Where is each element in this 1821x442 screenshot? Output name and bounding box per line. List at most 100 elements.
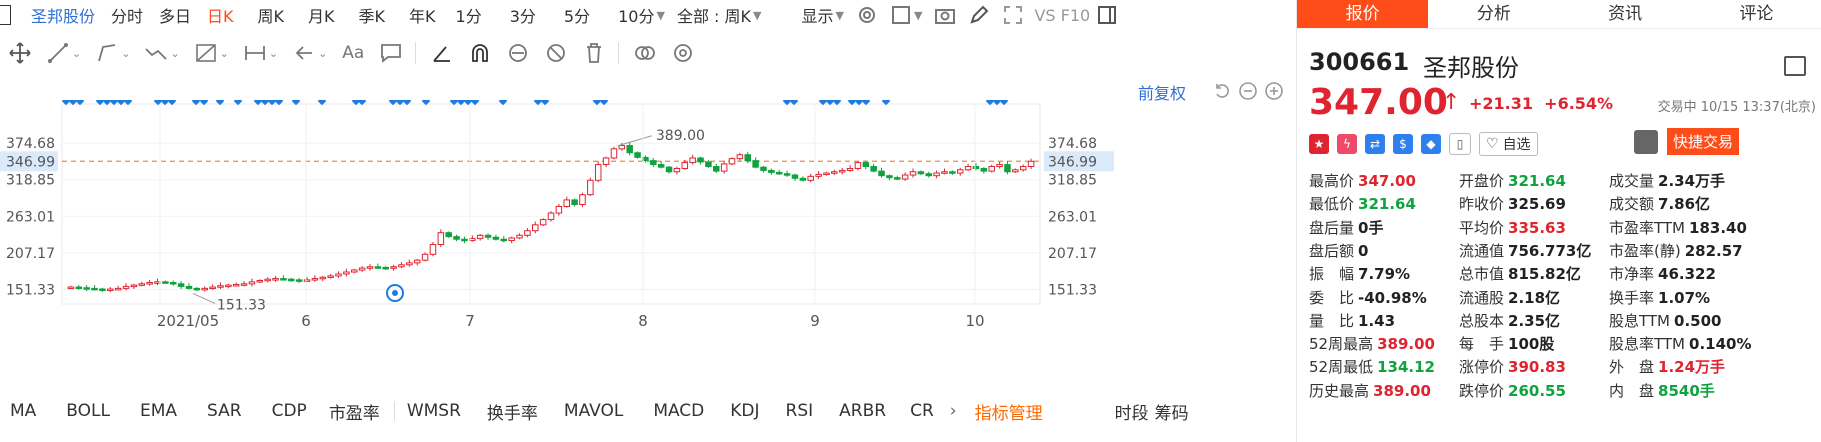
square-icon[interactable] — [890, 4, 912, 26]
panel-toggle-icon[interactable] — [0, 5, 11, 25]
chevron-down-icon[interactable]: ▼ — [914, 9, 922, 22]
chevron-right-icon[interactable]: › — [950, 401, 957, 421]
indicator-pe[interactable]: 市盈率 — [329, 399, 380, 424]
sidebar-icon[interactable] — [1096, 4, 1118, 26]
indicator-mavol[interactable]: MAVOL — [564, 401, 623, 421]
stock-name-link[interactable]: 圣邦股份 — [31, 3, 95, 27]
quick-trade-button[interactable]: 快捷交易 — [1667, 128, 1740, 155]
chevron-down-icon[interactable]: ▼ — [656, 9, 664, 22]
candle-body — [894, 177, 901, 180]
candle-body — [382, 266, 389, 270]
tab-comments[interactable]: 评论 — [1691, 0, 1821, 28]
stat-label: 量 比 — [1309, 311, 1355, 330]
lightning-icon[interactable]: ϟ — [1337, 134, 1357, 154]
period-10min[interactable]: 10分 — [618, 3, 654, 27]
wave-tool-icon[interactable] — [144, 41, 168, 65]
shuffle-icon[interactable]: ⇄ — [1365, 134, 1385, 154]
candle-body — [539, 219, 547, 226]
hide-icon[interactable] — [544, 41, 568, 65]
period-quarter-k[interactable]: 季K — [359, 3, 386, 27]
period-year-k[interactable]: 年K — [409, 3, 436, 27]
period-segment-button[interactable]: 时段 — [1115, 399, 1149, 424]
pencil-icon[interactable] — [968, 4, 990, 26]
candle-body — [445, 232, 452, 238]
q-event-marker-dot — [392, 290, 398, 296]
candle-body — [327, 275, 334, 278]
zoom-in-icon[interactable] — [1264, 81, 1284, 101]
tab-news[interactable]: 资讯 — [1560, 0, 1691, 28]
tag-icon[interactable]: ◆ — [1421, 134, 1441, 154]
candle-body — [587, 179, 594, 196]
period-3min[interactable]: 3分 — [510, 3, 536, 27]
magnet-icon[interactable] — [468, 41, 492, 65]
add-watchlist-button[interactable]: ♡ 自选 — [1479, 132, 1538, 156]
indicator-rsi[interactable]: RSI — [786, 401, 814, 421]
stat-label: 成交量 — [1609, 172, 1655, 190]
indicator-macd[interactable]: MACD — [653, 401, 704, 421]
period-day-k[interactable]: 日K — [207, 3, 234, 27]
indicator-turnover[interactable]: 换手率 — [487, 399, 538, 424]
indicator-wmsr[interactable]: WMSR — [407, 401, 461, 421]
indicator-sar[interactable]: SAR — [207, 401, 242, 421]
chevron-down-icon[interactable]: ⌄ — [220, 47, 229, 60]
chip-button[interactable]: 筹码 — [1155, 399, 1189, 424]
indicator-manage-button[interactable]: 指标管理 — [975, 399, 1043, 424]
period-month-k[interactable]: 月K — [308, 3, 335, 27]
bell-icon[interactable] — [1634, 130, 1658, 154]
dollar-icon[interactable]: $ — [1393, 134, 1413, 154]
period-5min[interactable]: 5分 — [564, 3, 590, 27]
polyline-tool-icon[interactable] — [95, 41, 119, 65]
vs-f10-link[interactable]: VS F10 — [1034, 6, 1090, 25]
link-circles-icon[interactable] — [633, 41, 657, 65]
list-menu-icon[interactable] — [1784, 56, 1806, 76]
chevron-down-icon[interactable]: ▼ — [836, 9, 844, 22]
bookmark-icon[interactable]: ▯ — [1449, 133, 1471, 155]
period-week-k[interactable]: 周K — [258, 3, 285, 27]
period-duori[interactable]: 多日 — [159, 3, 191, 27]
comment-tool-icon[interactable] — [379, 41, 403, 65]
sync-icon[interactable] — [506, 41, 530, 65]
candle-body — [933, 172, 940, 177]
measure-tool-icon[interactable] — [243, 41, 267, 65]
indicator-cdp[interactable]: CDP — [272, 401, 307, 421]
fullscreen-icon[interactable] — [1002, 4, 1024, 26]
tab-quote[interactable]: 报价 — [1297, 0, 1429, 28]
tab-analysis[interactable]: 分析 — [1428, 0, 1559, 28]
reset-icon[interactable] — [1212, 81, 1232, 101]
chevron-down-icon[interactable]: ⌄ — [170, 47, 179, 60]
stat-item: 换手率 1.07% — [1609, 287, 1710, 308]
chevron-down-icon[interactable]: ⌄ — [269, 47, 278, 60]
stat-item: 委 比 -40.98% — [1309, 287, 1427, 308]
chevron-down-icon[interactable]: ⌄ — [318, 47, 327, 60]
indicator-kdj[interactable]: KDJ — [730, 401, 759, 421]
chevron-down-icon[interactable]: ⌄ — [72, 47, 81, 60]
period-fenshi[interactable]: 分时 — [111, 3, 143, 27]
chevron-down-icon[interactable]: ⌄ — [121, 47, 130, 60]
indicator-boll[interactable]: BOLL — [66, 401, 110, 421]
stat-value: 134.12 — [1377, 358, 1435, 377]
settings-icon[interactable] — [856, 4, 878, 26]
candlestick-chart[interactable]: 374.68 346.99 346.99 318.85 318.85 263.01 263.… — [0, 100, 1296, 400]
trash-icon[interactable] — [582, 41, 606, 65]
camera-icon[interactable] — [934, 4, 956, 26]
arrow-left-icon[interactable] — [292, 41, 316, 65]
gear-icon[interactable] — [671, 41, 695, 65]
move-icon[interactable] — [8, 41, 32, 65]
zoom-out-icon[interactable] — [1238, 81, 1258, 101]
indicator-ma[interactable]: MA — [10, 401, 36, 421]
fib-tool-icon[interactable] — [194, 41, 218, 65]
ruler-line-icon[interactable] — [430, 41, 454, 65]
indicator-arbr[interactable]: ARBR — [839, 401, 886, 421]
indicator-cr[interactable]: CR — [910, 401, 934, 421]
line-tool-icon[interactable] — [46, 41, 70, 65]
chevron-down-icon[interactable]: ▼ — [753, 9, 761, 22]
candle-body — [107, 288, 114, 292]
y-tick-label-right: 374.68 — [1048, 136, 1097, 152]
display-menu[interactable]: 显示 — [801, 3, 833, 27]
period-1min[interactable]: 1分 — [456, 3, 482, 27]
stat-item: 市盈率(静) 282.57 — [1609, 240, 1743, 261]
range-select[interactable]: 全部 : 周K — [677, 3, 751, 27]
stat-value: 335.63 — [1508, 218, 1566, 237]
indicator-ema[interactable]: EMA — [140, 401, 177, 421]
text-tool-icon[interactable]: Aa — [341, 41, 365, 65]
